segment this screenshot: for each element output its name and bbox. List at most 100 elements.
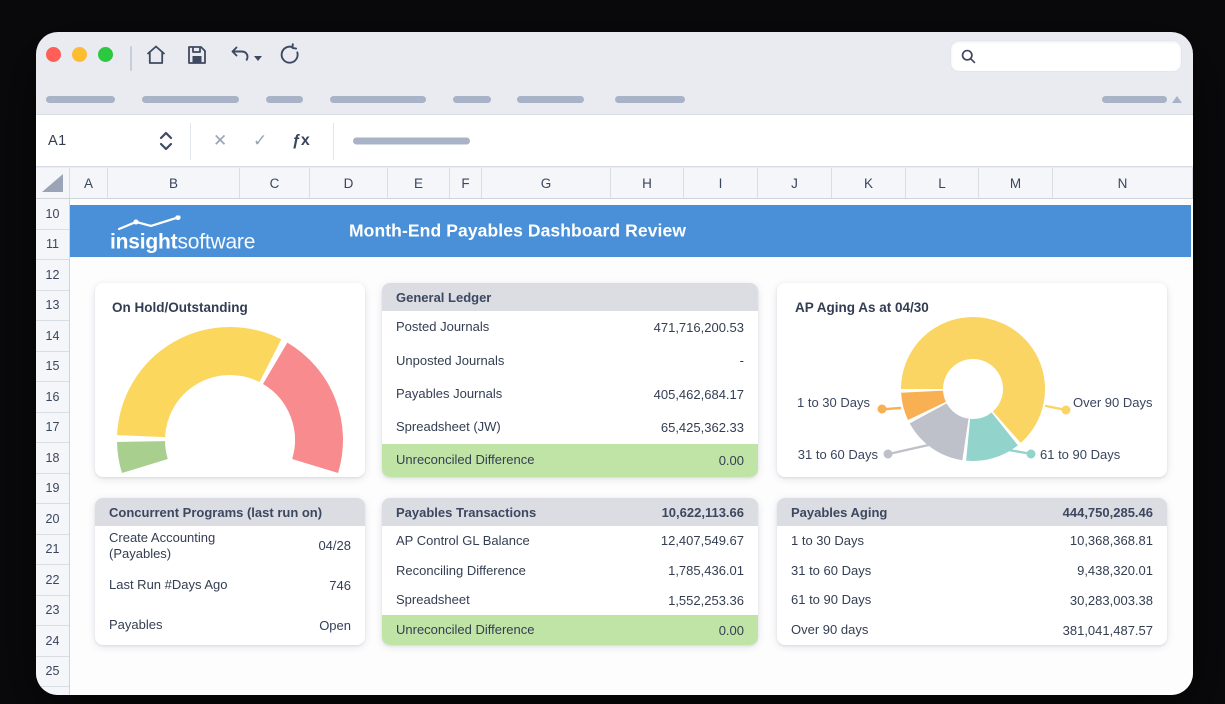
column-header-K[interactable]: K [832,168,906,198]
column-header-H[interactable]: H [611,168,684,198]
column-header-B[interactable]: B [108,168,240,198]
zoom-window-button[interactable] [98,47,113,62]
column-header-A[interactable]: A [70,168,108,198]
logo-chart-line-icon [116,215,198,230]
menu-item-placeholder[interactable] [330,96,426,103]
undo-dropdown-caret[interactable] [254,56,262,61]
row-header-15[interactable]: 15 [36,352,69,383]
menu-item-placeholder[interactable] [615,96,685,103]
column-header-I[interactable]: I [684,168,758,198]
table-row: Last Run #Days Ago 746 [95,566,365,606]
minimize-window-button[interactable] [72,47,87,62]
row-header-18[interactable]: 18 [36,443,69,474]
unreconciled-difference-row: Unreconciled Difference 0.00 [382,444,758,477]
donut-label-over-90: Over 90 Days [1073,395,1152,410]
payables-transactions-card: Payables Transactions 10,622,113.66 AP C… [382,498,758,645]
row-value: 746 [329,578,351,593]
row-label: 1 to 30 Days [791,533,864,549]
menu-item-placeholder[interactable] [142,96,239,103]
formula-bar-divider [333,123,334,160]
column-header-C[interactable]: C [240,168,310,198]
menu-item-placeholder[interactable] [46,96,115,103]
row-header-21[interactable]: 21 [36,535,69,566]
row-value: 1,552,253.36 [668,593,744,608]
save-icon[interactable] [185,43,209,67]
redo-icon[interactable] [278,43,302,67]
column-header-F[interactable]: F [450,168,482,198]
column-header-D[interactable]: D [310,168,388,198]
row-header-25[interactable]: 25 [36,657,69,688]
search-input[interactable] [983,48,1172,64]
menu-item-placeholder[interactable] [1102,96,1167,103]
ribbon-collapse-icon[interactable] [1172,96,1182,103]
callout-leader-line [893,444,933,453]
dashboard-banner: insightsoftware Month-End Payables Dashb… [70,205,1191,257]
row-label: Spreadsheet [396,592,470,608]
table-row: Payables Journals 405,462,684.17 [382,377,758,410]
callout-dot [1062,406,1071,415]
insightsoftware-logo: insightsoftware [110,215,255,252]
on-hold-outstanding-card: On Hold/Outstanding [95,283,365,477]
row-label: Create Accounting (Payables) [109,530,259,563]
row-label: Last Run #Days Ago [109,577,228,593]
chart-segment [141,442,145,466]
column-header-M[interactable]: M [979,168,1053,198]
column-header-G[interactable]: G [482,168,611,198]
select-all-corner[interactable] [36,168,70,198]
row-header-12[interactable]: 12 [36,260,69,291]
row-value: 10,368,368.81 [1070,533,1153,548]
row-header-11[interactable]: 11 [36,230,69,261]
row-label: Reconciling Difference [396,563,526,579]
callout-dot [878,405,887,414]
table-row: Unposted Journals - [382,344,758,377]
concurrent-programs-card: Concurrent Programs (last run on) Create… [95,498,365,645]
row-value: 9,438,320.01 [1077,563,1153,578]
name-box-spinner-icon[interactable] [158,130,174,152]
row-label: Payables [109,617,162,633]
row-label: Spreadsheet (JW) [396,419,501,435]
row-header-23[interactable]: 23 [36,596,69,627]
general-ledger-title: General Ledger [396,290,491,305]
formula-content-placeholder[interactable] [353,137,470,144]
name-box[interactable]: A1 [36,115,190,166]
gauge-chart [95,283,365,477]
cancel-entry-icon[interactable]: ✕ [213,131,227,151]
row-header-20[interactable]: 20 [36,504,69,535]
undo-icon[interactable] [228,43,252,67]
formula-bar: A1 ✕ ✓ ƒx [36,114,1193,167]
row-header-24[interactable]: 24 [36,626,69,657]
insert-function-icon[interactable]: ƒx [292,132,310,150]
logo-text-bold: insight [110,230,177,253]
menu-item-placeholder[interactable] [517,96,584,103]
close-window-button[interactable] [46,47,61,62]
title-bar [36,32,1193,84]
row-header-14[interactable]: 14 [36,321,69,352]
row-header-22[interactable]: 22 [36,565,69,596]
row-header-17[interactable]: 17 [36,413,69,444]
row-header-16[interactable]: 16 [36,382,69,413]
column-header-J[interactable]: J [758,168,832,198]
cell-reference: A1 [48,133,67,149]
row-value: 381,041,487.57 [1063,623,1153,638]
accept-entry-icon[interactable]: ✓ [253,131,267,151]
table-row: 31 to 60 Days 9,438,320.01 [777,556,1167,586]
column-header-E[interactable]: E [388,168,450,198]
chart-segment [922,392,927,411]
menu-item-placeholder[interactable] [453,96,491,103]
chart-segment [275,363,319,466]
row-header-19[interactable]: 19 [36,474,69,505]
table-row: AP Control GL Balance 12,407,549.67 [382,526,758,556]
column-header-N[interactable]: N [1053,168,1193,198]
search-box[interactable] [950,40,1182,72]
search-icon [960,48,977,65]
menu-item-placeholder[interactable] [266,96,303,103]
payables-aging-title: Payables Aging [791,505,887,520]
column-header-L[interactable]: L [906,168,979,198]
payables-aging-total: 444,750,285.46 [1063,505,1153,520]
unreconciled-difference-row: Unreconciled Difference 0.00 [382,615,758,645]
callout-leader-line [1046,406,1061,409]
dashboard-title: Month-End Payables Dashboard Review [349,221,686,242]
row-header-10[interactable]: 10 [36,199,69,230]
home-icon[interactable] [144,43,168,67]
row-header-13[interactable]: 13 [36,291,69,322]
